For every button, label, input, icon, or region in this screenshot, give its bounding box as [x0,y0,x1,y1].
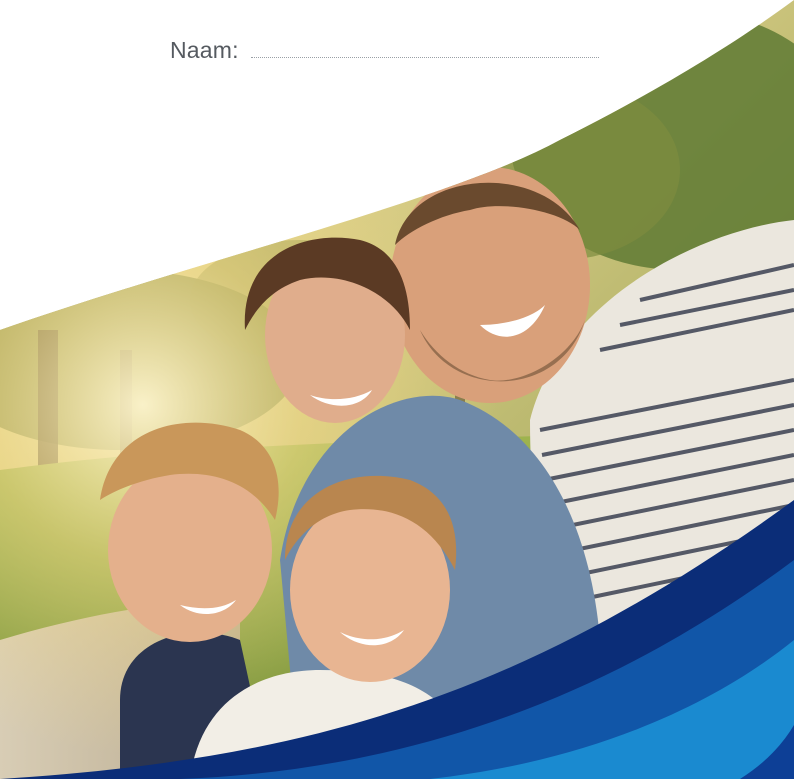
family-photo-scene [0,0,794,779]
name-input-line[interactable] [250,57,599,58]
name-label: Naam: [170,37,239,63]
document-page: Naam: [0,0,794,779]
name-field-row: Naam: [170,30,599,64]
